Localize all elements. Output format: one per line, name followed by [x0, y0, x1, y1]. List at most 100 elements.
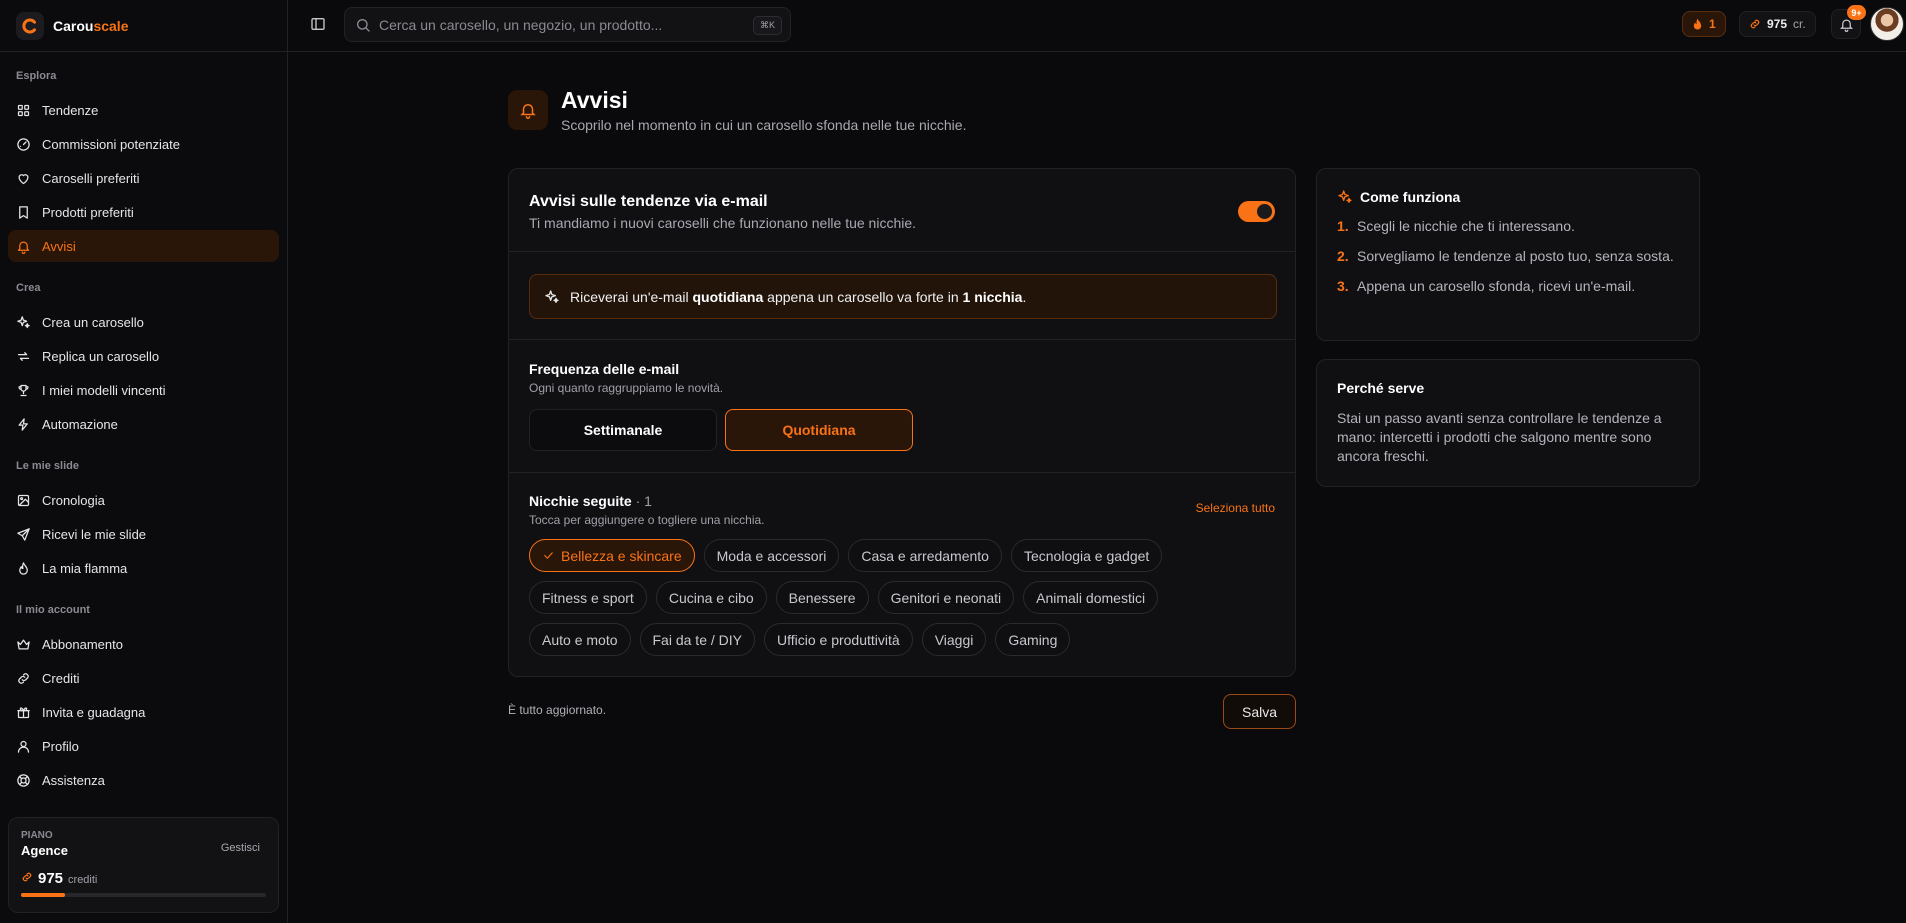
niche-chip-label: Viaggi [934, 631, 974, 648]
nav-section-title: Crea [16, 282, 41, 294]
plan-manage-link[interactable]: Gestisci [221, 842, 260, 854]
sidebar-item-label: I miei modelli vincenti [42, 382, 166, 398]
nav-section: Crea Crea un carosello Replica un carosell… [0, 282, 287, 440]
niche-chip-label: Auto e moto [542, 631, 618, 648]
sidebar-item-label: Replica un carosello [42, 348, 160, 364]
sidebar-item-commissioni-potenziate[interactable]: Commissioni potenziate [8, 128, 279, 160]
check-icon [542, 549, 555, 562]
sidebar-item-label: Prodotti preferiti [42, 204, 134, 220]
how-it-works-step: 1. Scegli le nicchie che ti interessano. [1337, 217, 1679, 235]
sidebar-item-replica-un-carosello[interactable]: Replica un carosello [8, 340, 279, 372]
avatar[interactable] [1870, 7, 1904, 41]
nav-section: Le mie slide Cronologia Ricevi le mie slid… [0, 460, 287, 584]
bell-icon [508, 90, 548, 130]
niche-chip-label: Bellezza e skincare [561, 547, 682, 564]
frequency-subtitle: Ogni quanto raggruppiamo le novità. [529, 381, 724, 395]
select-all-link[interactable]: Seleziona tutto [1196, 501, 1275, 515]
sidebar-item-ricevi-le-mie-slide[interactable]: Ricevi le mie slide [8, 518, 279, 550]
sidebar-item-abbonamento[interactable]: Abbonamento [8, 628, 279, 660]
plan-credits-bar-fill [21, 893, 66, 897]
sidebar-item-crediti[interactable]: Crediti [8, 662, 279, 694]
image-icon [16, 493, 31, 508]
sidebar-item-label: Crediti [42, 670, 80, 686]
brand[interactable]: Carouscale [0, 0, 287, 52]
save-button[interactable]: Salva [1223, 694, 1296, 729]
niche-chip[interactable]: Casa e arredamento [848, 539, 1002, 572]
niche-chip[interactable]: Tecnologia e gadget [1010, 539, 1163, 572]
page-subtitle: Scoprilo nel momento in cui un carosello… [561, 117, 967, 133]
sidebar-item-caroselli-preferiti[interactable]: Caroselli preferiti [8, 162, 279, 194]
chip-row: Bellezza e skincare Moda e accessori Casa … [529, 539, 1289, 572]
niche-chip[interactable]: Gaming [995, 623, 1071, 656]
sidebar-item-tendenze[interactable]: Tendenze [8, 94, 279, 126]
sidebar-item-automazione[interactable]: Automazione [8, 408, 279, 440]
flame-icon [1692, 18, 1703, 31]
bolt-icon [16, 417, 31, 432]
email-alerts-toggle[interactable] [1238, 201, 1275, 222]
sidebar-item-cronologia[interactable]: Cronologia [8, 484, 279, 516]
notifications-button[interactable]: 9+ [1831, 5, 1866, 39]
save-status: È tutto aggiornato. [508, 703, 607, 717]
heart-icon [16, 171, 31, 186]
sidebar-item-label: Commissioni potenziate [42, 136, 181, 152]
sparkles-icon [544, 289, 560, 305]
step-text: Sorvegliamo le tendenze al posto tuo, se… [1357, 248, 1674, 264]
chip-row: Auto e moto Fai da te / DIY Ufficio e prod… [529, 623, 1289, 656]
sidebar-item-la-mia-flamma[interactable]: La mia flamma [8, 552, 279, 584]
niche-chip[interactable]: Cucina e cibo [655, 581, 767, 614]
page-title: Avvisi [561, 87, 628, 113]
lifebuoy-icon [16, 773, 31, 788]
niche-chip[interactable]: Fai da te / DIY [639, 623, 755, 656]
credits-link-icon [21, 871, 33, 883]
niche-chip[interactable]: Moda e accessori [703, 539, 840, 572]
niche-chip[interactable]: Auto e moto [529, 623, 631, 656]
frequency-weekly-button[interactable]: Settimanale [529, 409, 717, 451]
plan-credits-bar [21, 893, 266, 897]
niche-chip[interactable]: Genitori e neonati [877, 581, 1015, 614]
streak-pill-fixed[interactable]: 1 [1682, 11, 1726, 37]
sidebar-item-label: Automazione [42, 416, 118, 432]
search-bar[interactable]: ⌘K [344, 7, 791, 42]
niches-subtitle: Tocca per aggiungere o togliere una nicc… [529, 513, 765, 527]
sidebar-item-avvisi[interactable]: Avvisi [8, 230, 279, 262]
topbar: ⌘K 1 [288, 0, 1906, 52]
frequency-daily-button[interactable]: Quotidiana [725, 409, 913, 451]
search-input[interactable] [379, 16, 759, 33]
sidebar-item-label: La mia flamma [42, 560, 128, 576]
niche-chips: Bellezza e skincare Moda e accessori Casa … [529, 539, 1289, 665]
grid-icon [16, 103, 31, 118]
step-number: 1. [1337, 218, 1349, 234]
search-icon [355, 17, 371, 33]
bell-icon [16, 239, 31, 254]
sidebar-item-prodotti-preferiti[interactable]: Prodotti preferiti [8, 196, 279, 228]
step-number: 3. [1337, 278, 1349, 294]
how-it-works-steps: 1. Scegli le nicchie che ti interessano. 2… [1337, 217, 1679, 295]
credits-pill[interactable]: 975 cr. [1739, 11, 1816, 37]
sidebar-item-i-miei-modelli-vincenti[interactable]: I miei modelli vincenti [8, 374, 279, 406]
niche-chip[interactable]: Viaggi [921, 623, 987, 656]
niche-chip[interactable]: Bellezza e skincare [529, 539, 695, 572]
niche-chip[interactable]: Ufficio e produttività [763, 623, 913, 656]
trophy-icon [16, 383, 31, 398]
niche-chip-label: Gaming [1008, 631, 1058, 648]
sidebar-item-invita-e-guadagna[interactable]: Invita e guadagna [8, 696, 279, 728]
niche-chip[interactable]: Benessere [775, 581, 869, 614]
info-banner-text: Riceverai un'e-mail quotidiana appena un… [570, 288, 1027, 305]
divider [509, 339, 1295, 340]
sidebar-item-label: Cronologia [42, 492, 105, 508]
sidebar-item-crea-un-carosello[interactable]: Crea un carosello [8, 306, 279, 338]
sidebar-item-label: Crea un carosello [42, 314, 144, 330]
why-text: Stai un passo avanti senza controllare l… [1337, 410, 1662, 464]
info-banner: Riceverai un'e-mail quotidiana appena un… [529, 274, 1277, 319]
niche-chip[interactable]: Animali domestici [1023, 581, 1159, 614]
sidebar-item-profilo[interactable]: Profilo [8, 730, 279, 762]
sidebar-toggle-icon[interactable] [310, 16, 326, 32]
alerts-settings-card: Avvisi sulle tendenze via e-mail Ti mand… [508, 168, 1296, 677]
sidebar-nav: Esplora Tendenze Commissioni potenziate Car… [0, 52, 287, 796]
plan-card: PIANO Agence Gestisci 975 crediti [8, 817, 279, 913]
send-icon [16, 527, 31, 542]
search-shortcut: ⌘K [752, 16, 782, 35]
niche-chip[interactable]: Fitness e sport [529, 581, 647, 614]
sidebar-item-assistenza[interactable]: Assistenza [8, 764, 279, 796]
nav-section-title: Esplora [16, 70, 57, 82]
